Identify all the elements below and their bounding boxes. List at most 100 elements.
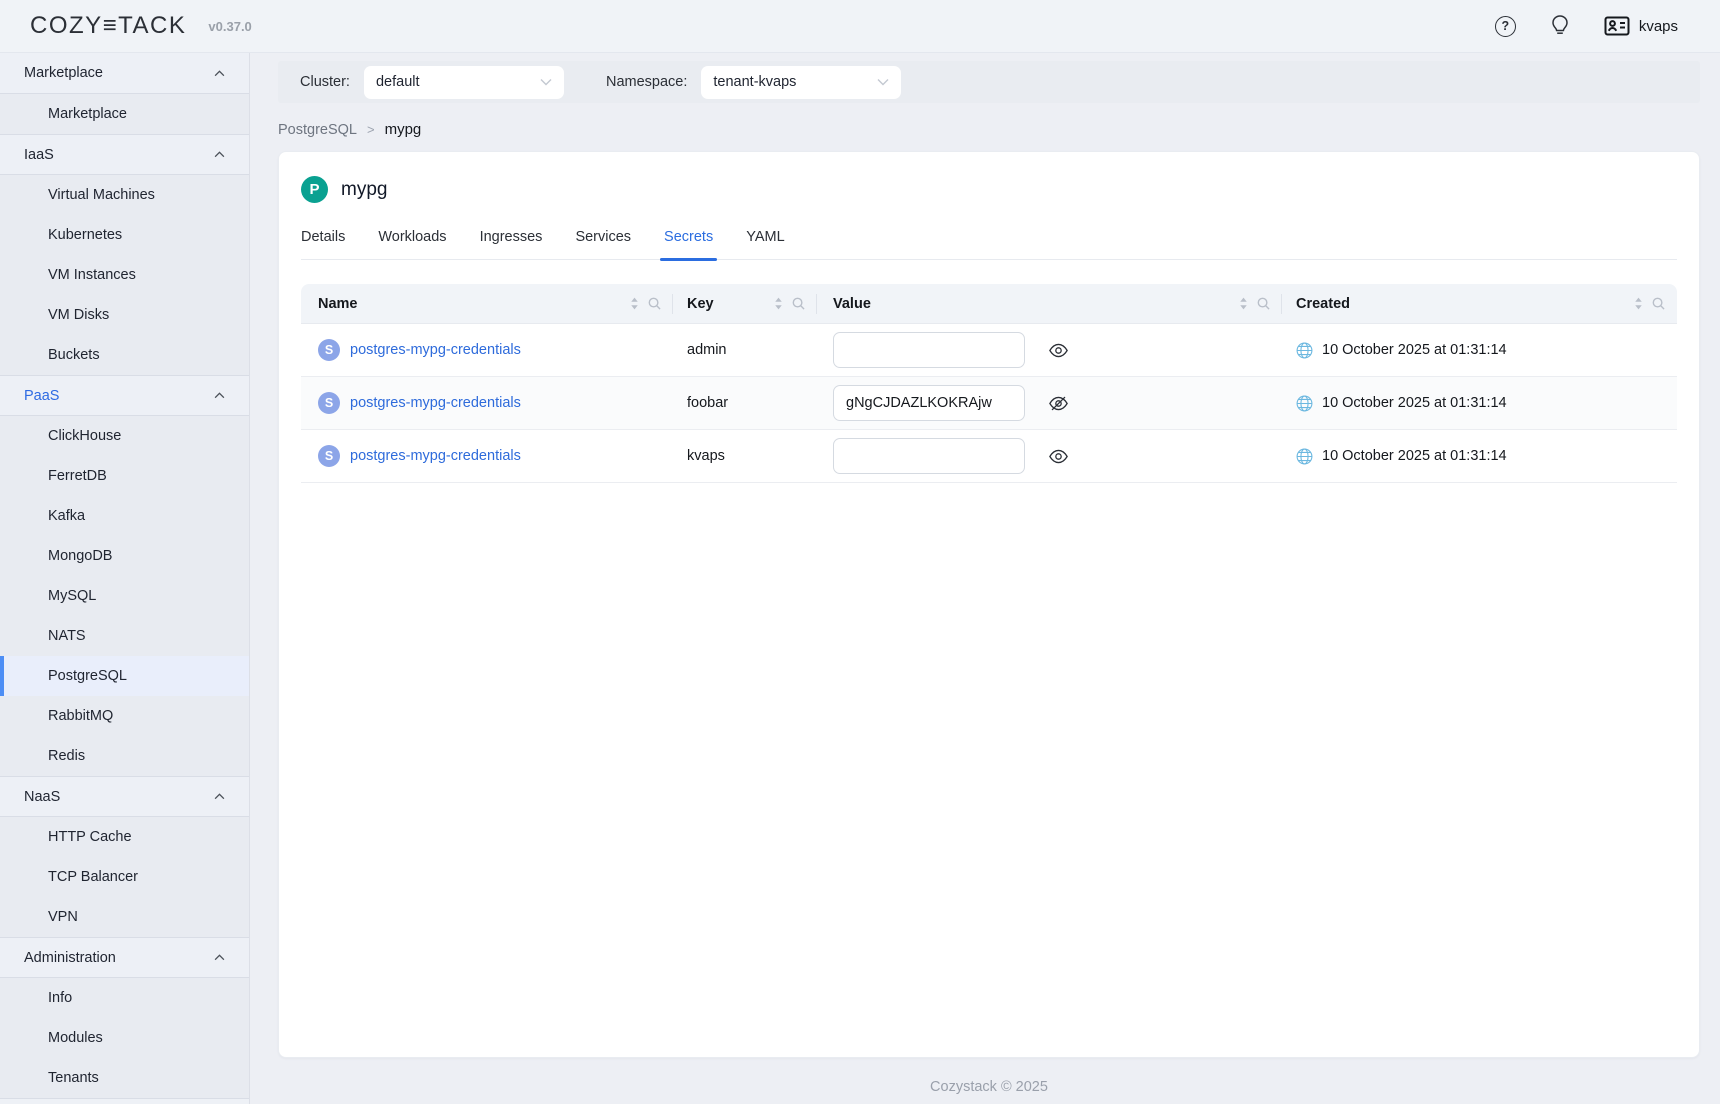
cell-name: Spostgres-mypg-credentials: [301, 430, 673, 482]
cell-name: Spostgres-mypg-credentials: [301, 324, 673, 376]
secret-value-input[interactable]: [833, 385, 1025, 421]
sidebar-section-label: PaaS: [24, 388, 59, 404]
sidebar-item-vpn[interactable]: VPN: [0, 897, 249, 937]
top-bar-actions: ? kvaps: [1495, 15, 1678, 37]
sidebar-item-label: VM Disks: [48, 307, 109, 323]
globe-icon: [1296, 395, 1313, 412]
sidebar-item-mysql[interactable]: MySQL: [0, 576, 249, 616]
globe-icon: [1296, 448, 1313, 465]
sidebar-section-header-naas[interactable]: NaaS: [0, 776, 249, 816]
sidebar-item-label: NATS: [48, 628, 86, 644]
sort-icon[interactable]: [774, 297, 783, 310]
sidebar-section-header-iaas[interactable]: IaaS: [0, 134, 249, 174]
sidebar-section-items-marketplace: Marketplace: [0, 93, 249, 134]
column-header-created[interactable]: Created: [1282, 284, 1677, 323]
sidebar-item-label: MongoDB: [48, 548, 112, 564]
sidebar-item-vm-instances[interactable]: VM Instances: [0, 255, 249, 295]
tab-yaml[interactable]: YAML: [746, 229, 784, 259]
eye-invisible-icon: [1049, 396, 1068, 411]
sidebar-item-label: Virtual Machines: [48, 187, 155, 203]
sidebar-item-modules[interactable]: Modules: [0, 1018, 249, 1058]
app-version: v0.37.0: [208, 19, 251, 34]
tab-secrets[interactable]: Secrets: [664, 229, 713, 259]
sidebar-item-vm-disks[interactable]: VM Disks: [0, 295, 249, 335]
sidebar-item-tenants[interactable]: Tenants: [0, 1058, 249, 1098]
sidebar-item-label: Kubernetes: [48, 227, 122, 243]
cell-key: foobar: [673, 377, 817, 429]
search-icon[interactable]: [1652, 297, 1665, 310]
main-content: Cluster: default Namespace: tenant-kvaps…: [250, 53, 1720, 1104]
sidebar-section-header-administration[interactable]: Administration: [0, 937, 249, 977]
sort-icon[interactable]: [630, 297, 639, 310]
sidebar-item-nats[interactable]: NATS: [0, 616, 249, 656]
secret-name-link[interactable]: postgres-mypg-credentials: [350, 395, 521, 411]
sidebar-item-label: MySQL: [48, 588, 96, 604]
footer-text: Cozystack © 2025: [278, 1079, 1700, 1095]
question-mark-icon: ?: [1495, 16, 1516, 37]
secret-name-link[interactable]: postgres-mypg-credentials: [350, 342, 521, 358]
tab-services[interactable]: Services: [575, 229, 631, 259]
namespace-label: Namespace:: [606, 74, 687, 90]
help-button[interactable]: ?: [1495, 16, 1516, 37]
sidebar-item-buckets[interactable]: Buckets: [0, 335, 249, 375]
globe-icon: [1296, 342, 1313, 359]
sort-icon[interactable]: [1239, 297, 1248, 310]
sidebar-section-header-marketplace[interactable]: Marketplace: [0, 53, 249, 93]
sidebar-item-rabbitmq[interactable]: RabbitMQ: [0, 696, 249, 736]
cell-name: Spostgres-mypg-credentials: [301, 377, 673, 429]
id-card-icon: [1604, 16, 1630, 36]
tabs: Details Workloads Ingresses Services Secrets…: [301, 229, 1677, 260]
hide-value-button[interactable]: [1047, 394, 1070, 413]
secret-name-link[interactable]: postgres-mypg-credentials: [350, 448, 521, 464]
sidebar-section-marketplace: MarketplaceMarketplace: [0, 53, 249, 134]
sidebar-item-label: FerretDB: [48, 468, 107, 484]
user-menu[interactable]: kvaps: [1604, 16, 1678, 36]
sidebar-item-tcp-balancer[interactable]: TCP Balancer: [0, 857, 249, 897]
sidebar-item-marketplace[interactable]: Marketplace: [0, 94, 249, 134]
column-header-label: Name: [318, 296, 358, 312]
cluster-select-value: default: [376, 74, 420, 90]
column-controls: [1634, 297, 1665, 310]
sidebar-item-ferretdb[interactable]: FerretDB: [0, 456, 249, 496]
sort-icon[interactable]: [1634, 297, 1643, 310]
column-header-key[interactable]: Key: [673, 284, 817, 323]
sidebar-item-mongodb[interactable]: MongoDB: [0, 536, 249, 576]
search-icon[interactable]: [1257, 297, 1270, 310]
sidebar-item-http-cache[interactable]: HTTP Cache: [0, 817, 249, 857]
sidebar-item-virtual-machines[interactable]: Virtual Machines: [0, 175, 249, 215]
tab-workloads[interactable]: Workloads: [378, 229, 446, 259]
sidebar-item-clickhouse[interactable]: ClickHouse: [0, 416, 249, 456]
user-name: kvaps: [1639, 18, 1678, 35]
lightbulb-button[interactable]: [1552, 15, 1568, 37]
search-icon[interactable]: [648, 297, 661, 310]
eye-icon: [1049, 449, 1068, 464]
sidebar-section-naas: NaaS HTTP CacheTCP BalancerVPN: [0, 776, 249, 937]
sidebar-item-redis[interactable]: Redis: [0, 736, 249, 776]
chevron-up-icon: [214, 70, 225, 77]
search-icon[interactable]: [792, 297, 805, 310]
cell-created: 10 October 2025 at 01:31:14: [1282, 430, 1677, 482]
column-header-name[interactable]: Name: [301, 284, 673, 323]
sidebar-section-label: NaaS: [24, 789, 60, 805]
reveal-value-button[interactable]: [1047, 447, 1070, 466]
secret-value-input[interactable]: [833, 438, 1025, 474]
context-bar: Cluster: default Namespace: tenant-kvaps: [278, 61, 1700, 103]
chevron-up-icon: [214, 793, 225, 800]
tab-details[interactable]: Details: [301, 229, 345, 259]
reveal-value-button[interactable]: [1047, 341, 1070, 360]
sidebar-item-postgresql[interactable]: PostgreSQL: [0, 656, 249, 696]
cluster-select[interactable]: default: [364, 66, 564, 99]
cell-value: [817, 430, 1282, 482]
sidebar-item-info[interactable]: Info: [0, 978, 249, 1018]
tab-ingresses[interactable]: Ingresses: [480, 229, 543, 259]
secret-value-input[interactable]: [833, 332, 1025, 368]
sidebar: MarketplaceMarketplaceIaaSVirtual Machin…: [0, 53, 250, 1104]
app-logo: COZY≡TACK: [30, 12, 186, 40]
sidebar-section-header-paas[interactable]: PaaS: [0, 375, 249, 415]
namespace-select[interactable]: tenant-kvaps: [701, 66, 901, 99]
sidebar-item-kafka[interactable]: Kafka: [0, 496, 249, 536]
breadcrumb-parent[interactable]: PostgreSQL: [278, 122, 357, 138]
column-header-value[interactable]: Value: [817, 284, 1282, 323]
created-timestamp: 10 October 2025 at 01:31:14: [1322, 342, 1507, 358]
sidebar-item-kubernetes[interactable]: Kubernetes: [0, 215, 249, 255]
